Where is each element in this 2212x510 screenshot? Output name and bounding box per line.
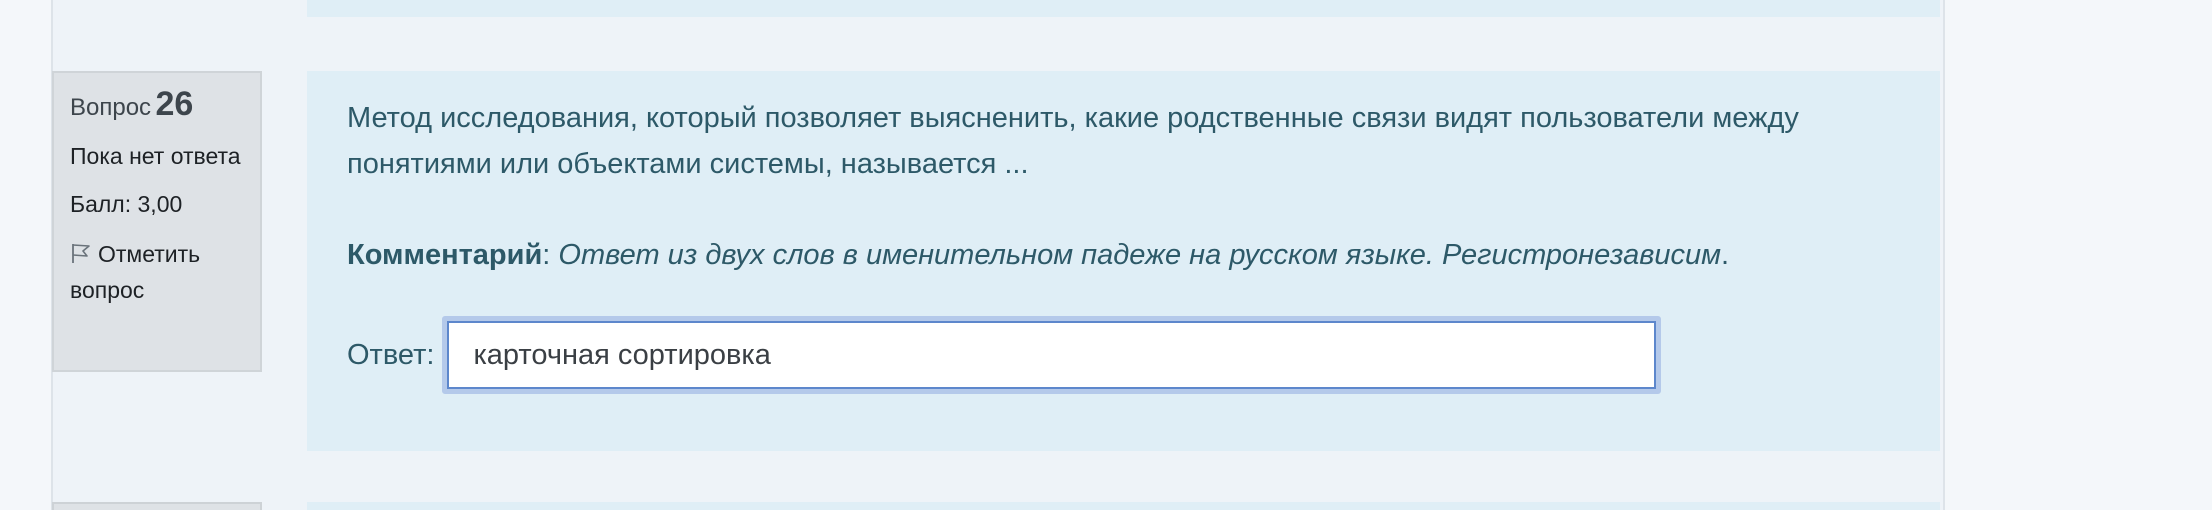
flag-question-link[interactable]: Отметить вопрос [70,236,244,308]
comment-label: Комментарий [347,239,543,271]
page: Вопрос 26 Пока нет ответа Балл: 3,00 Отм… [0,0,2212,510]
question-number-line: Вопрос 26 [70,85,244,124]
answer-focus-ring [442,316,1662,394]
comment-end: . [1721,239,1730,271]
question-number: 26 [155,85,194,123]
question-text: Метод исследования, который позволяет вы… [347,102,1799,180]
flag-icon[interactable] [70,238,92,263]
question-state: Пока нет ответа [70,143,241,169]
comment-text: Ответ из двух слов в именительном падеже… [558,239,1721,271]
comment-separator: : [542,239,551,271]
answer-input[interactable] [447,321,1657,389]
question-label: Вопрос [70,94,152,121]
answer-label: Ответ: [347,338,435,371]
question-formulation: Метод исследования, который позволяет вы… [307,71,1940,451]
next-question-formulation [307,502,1940,510]
answer-row: Ответ: [347,316,1662,394]
question-comment: Комментарий: Ответ из двух слов в именит… [347,232,1900,278]
previous-question-formulation [307,0,1940,17]
question-info: Вопрос 26 Пока нет ответа Балл: 3,00 Отм… [52,71,262,372]
question-grade: Балл: 3,00 [70,191,183,217]
next-question-info [52,502,262,510]
